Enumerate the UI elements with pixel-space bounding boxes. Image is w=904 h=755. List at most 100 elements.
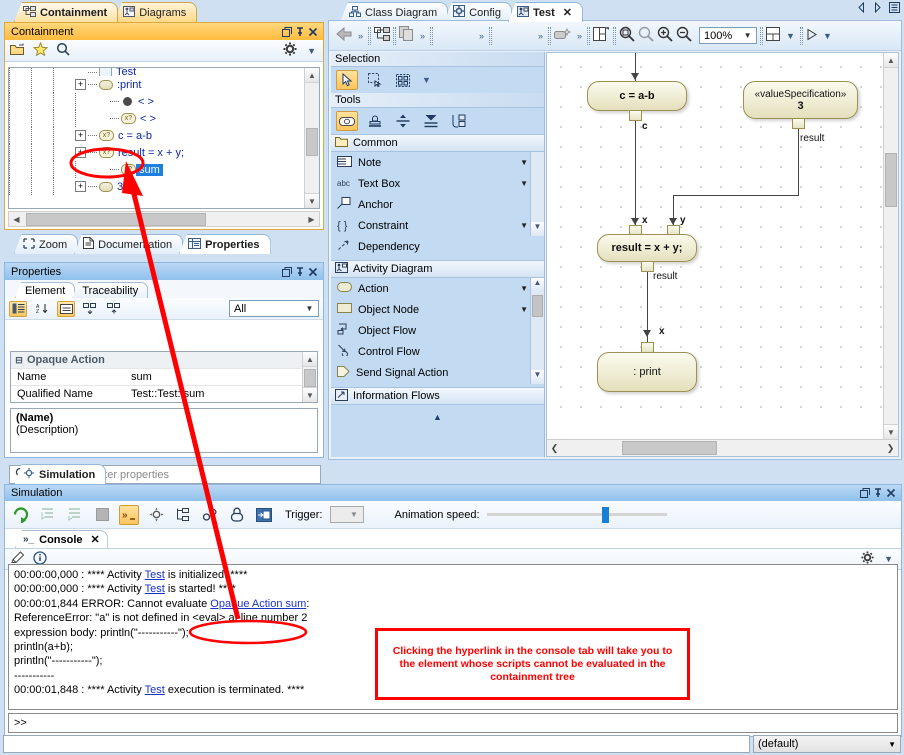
properties-table[interactable]: ⊟ Opaque Action Name sum Qualified Name …	[10, 351, 318, 403]
chevron-up-icon[interactable]: ▲	[331, 405, 544, 422]
gear-icon[interactable]	[283, 42, 297, 59]
status-default-select[interactable]: (default) ▼	[753, 735, 901, 753]
scroll-up-arrow[interactable]: ▲	[531, 278, 544, 292]
restore-icon[interactable]	[280, 25, 293, 38]
chevron-more-icon[interactable]: »	[477, 31, 486, 41]
node-output-pin[interactable]	[629, 110, 642, 121]
stop-icon[interactable]	[92, 505, 112, 525]
tab-properties[interactable]: Properties	[179, 234, 270, 254]
dropdown-arrow-icon[interactable]: ▼	[784, 31, 797, 41]
star-icon[interactable]	[33, 42, 48, 59]
palette-item-note[interactable]: Note ▼	[331, 152, 544, 173]
containment-tree[interactable]: Test+:print< >x?< >+x?c = a-b+x?result =…	[8, 67, 320, 209]
distribute-icon[interactable]	[420, 111, 442, 131]
close-icon[interactable]: ✕	[563, 6, 572, 19]
scroll-right-arrow[interactable]: ❯	[883, 443, 898, 454]
palette-group-information-flows[interactable]: Information Flows	[331, 387, 544, 405]
tree-expander[interactable]: +	[75, 181, 86, 192]
scroll-up-arrow[interactable]: ▲	[305, 68, 319, 83]
dropdown-arrow-icon[interactable]: ▼	[520, 158, 528, 167]
palette-item-object-flow[interactable]: Object Flow	[331, 320, 544, 341]
tree-expander[interactable]: +	[75, 79, 86, 90]
console-hyperlink[interactable]: Opaque Action sum	[210, 598, 306, 610]
open-folder-icon[interactable]	[10, 43, 25, 59]
align-icon[interactable]	[392, 111, 414, 131]
tree-expander[interactable]: +	[75, 130, 86, 141]
pin-icon[interactable]	[293, 25, 306, 38]
canvas-vertical-scrollbar[interactable]: ▲ ▼	[883, 53, 898, 439]
containment-icon[interactable]	[374, 27, 390, 44]
scroll-right-arrow[interactable]: ▶	[304, 215, 319, 224]
palette-item-dependency[interactable]: Dependency	[331, 236, 544, 257]
property-value[interactable]: sum	[131, 371, 317, 383]
tab-simulation[interactable]: Simulation	[14, 464, 106, 484]
scroll-thumb[interactable]	[885, 153, 897, 207]
tab-diagrams[interactable]: Diagrams	[114, 2, 197, 22]
node-output-pin[interactable]	[792, 118, 805, 129]
slider-knob[interactable]	[602, 507, 609, 523]
table-row[interactable]: Qualified Name Test::Test::sum	[11, 386, 317, 403]
zoom-page-icon[interactable]	[638, 26, 654, 45]
collapse-group-icon[interactable]: ⊟	[11, 355, 27, 366]
close-icon[interactable]: ✕	[91, 533, 100, 546]
show-description-icon[interactable]	[57, 301, 75, 317]
tree-item[interactable]: x?sum	[9, 161, 319, 178]
scroll-up-arrow[interactable]: ▲	[303, 352, 317, 367]
back-icon[interactable]	[335, 26, 353, 45]
tree-item[interactable]: Test	[9, 68, 319, 76]
scroll-down-arrow[interactable]: ▼	[531, 222, 544, 236]
close-icon[interactable]	[884, 487, 897, 500]
scroll-down-arrow[interactable]: ▼	[303, 387, 317, 402]
tree-item[interactable]: +:print	[9, 76, 319, 93]
tab-console[interactable]: »_ Console ✕	[15, 530, 108, 548]
tree-item[interactable]: +3	[9, 178, 319, 195]
scroll-thumb[interactable]	[622, 441, 717, 455]
scroll-up-arrow[interactable]: ▲	[884, 53, 898, 68]
variables-icon[interactable]	[200, 505, 220, 525]
tab-test[interactable]: Test ✕	[508, 2, 583, 22]
step-into-icon[interactable]	[38, 505, 58, 525]
node-c-equals-a-b[interactable]: c = a-b	[587, 81, 687, 111]
palette-activity-scrollbar[interactable]: ▲ ▼	[530, 278, 544, 384]
tree-item[interactable]: < >	[9, 93, 319, 110]
close-icon[interactable]	[306, 265, 319, 278]
zoom-fit-icon[interactable]	[619, 26, 635, 45]
tab-documentation[interactable]: Documentation	[74, 234, 183, 254]
lock-icon[interactable]	[227, 505, 247, 525]
collapse-all-icon[interactable]	[105, 301, 123, 317]
pointer-icon[interactable]	[336, 70, 358, 90]
properties-group-header[interactable]: ⊟ Opaque Action	[11, 352, 317, 369]
scroll-thumb[interactable]	[532, 295, 543, 317]
canvas-horizontal-scrollbar[interactable]: ❮ ❯	[547, 439, 898, 456]
chevron-more-icon[interactable]: »	[575, 31, 584, 41]
palette-item-constraint[interactable]: { } Constraint ▼	[331, 215, 544, 236]
console-hyperlink[interactable]: Test	[145, 583, 165, 595]
note-tool-icon[interactable]	[336, 111, 358, 131]
chevron-more-icon[interactable]: »	[356, 31, 365, 41]
scroll-down-arrow[interactable]: ▼	[305, 193, 319, 208]
relation-icon[interactable]	[448, 111, 470, 131]
export-icon[interactable]	[254, 505, 274, 525]
tree-item[interactable]: +x?c = a-b	[9, 127, 319, 144]
palette-common-scrollbar[interactable]: ▼	[530, 152, 544, 236]
scroll-left-arrow[interactable]: ◀	[9, 215, 24, 224]
tree-horizontal-scrollbar[interactable]: ◀ ▶	[8, 211, 320, 227]
sort-alphabetically-icon[interactable]: AZ	[33, 301, 51, 317]
dropdown-arrow-icon[interactable]: ▼	[821, 31, 834, 41]
pin-icon[interactable]	[293, 265, 306, 278]
scroll-thumb[interactable]	[304, 369, 316, 387]
tree-vertical-scrollbar[interactable]: ▲ ▼	[304, 68, 319, 208]
scroll-thumb[interactable]	[306, 128, 318, 156]
restore-icon[interactable]	[858, 487, 871, 500]
restore-icon[interactable]	[280, 265, 293, 278]
tab-config[interactable]: Config	[444, 2, 512, 22]
hscroll-thumb[interactable]	[26, 213, 206, 226]
style-icon[interactable]	[554, 27, 572, 44]
dropdown-arrow-icon[interactable]: ▼	[520, 221, 528, 230]
diagram-canvas[interactable]: c = a-b c «valueSpecification» 3 result …	[546, 52, 899, 457]
dropdown-arrow-icon[interactable]: ▼	[520, 284, 528, 293]
search-icon[interactable]	[56, 42, 70, 59]
palette-item-text-box[interactable]: abc Text Box ▼	[331, 173, 544, 194]
structure-icon[interactable]	[173, 505, 193, 525]
property-value[interactable]: Test::Test::sum	[131, 388, 317, 400]
